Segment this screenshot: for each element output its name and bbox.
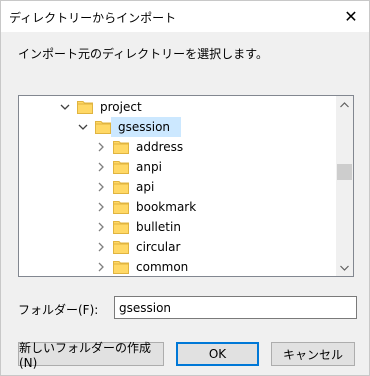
tree-item-label: project — [100, 100, 142, 114]
tree-item-label: anpi — [136, 160, 162, 174]
chevron-right-icon[interactable] — [95, 237, 107, 257]
chevron-right-icon[interactable] — [95, 197, 107, 217]
folder-icon — [113, 161, 129, 174]
tree-item-label: circular — [136, 240, 181, 254]
folder-icon — [113, 141, 129, 154]
chevron-right-icon[interactable] — [95, 217, 107, 237]
tree-item-label: address — [136, 140, 184, 154]
folder-tree[interactable]: project gsession address anpi api bookmark bul… — [18, 95, 354, 277]
tree-item-gsession[interactable]: gsession — [77, 117, 173, 137]
cancel-button[interactable]: キャンセル — [271, 342, 355, 366]
chevron-right-icon[interactable] — [95, 177, 107, 197]
tree-item-label: bookmark — [136, 200, 197, 214]
folder-icon — [113, 241, 129, 254]
tree-item-project[interactable]: project — [59, 97, 145, 117]
folder-icon — [95, 121, 111, 134]
folder-icon — [113, 201, 129, 214]
instruction-text: インポート元のディレクトリーを選択します。 — [18, 47, 268, 61]
folder-field-label: フォルダー(F): — [18, 303, 99, 317]
tree-item-circular[interactable]: circular — [95, 237, 183, 257]
scroll-down-arrow-icon[interactable] — [336, 259, 353, 276]
new-folder-button[interactable]: 新しいフォルダーの作成(N) — [18, 341, 164, 370]
chevron-down-icon[interactable] — [59, 97, 71, 117]
window-title: ディレクトリーからインポート — [9, 11, 177, 25]
tree-item-label: bulletin — [136, 220, 181, 234]
tree-item-label: gsession — [118, 120, 171, 134]
vertical-scrollbar[interactable] — [336, 96, 353, 276]
folder-icon — [113, 181, 129, 194]
tree-item-bookmark[interactable]: bookmark — [95, 197, 199, 217]
tree-item-label: common — [136, 260, 189, 274]
title-bar: ディレクトリーからインポート ✕ — [1, 1, 369, 32]
tree-item-anpi[interactable]: anpi — [95, 157, 165, 177]
chevron-right-icon[interactable] — [95, 157, 107, 177]
close-button[interactable]: ✕ — [337, 3, 365, 29]
folder-icon — [113, 261, 129, 274]
tree-item-api[interactable]: api — [95, 177, 157, 197]
import-directory-dialog: ディレクトリーからインポート ✕ インポート元のディレクトリーを選択します。 p… — [0, 0, 370, 376]
folder-icon — [113, 221, 129, 234]
tree-item-address[interactable]: address — [95, 137, 186, 157]
tree-item-label: api — [136, 180, 155, 194]
scrollbar-thumb[interactable] — [337, 164, 352, 180]
close-icon: ✕ — [344, 6, 358, 26]
ok-button[interactable]: OK — [176, 342, 259, 366]
chevron-right-icon[interactable] — [95, 137, 107, 157]
tree-item-bulletin[interactable]: bulletin — [95, 217, 184, 237]
chevron-down-icon[interactable] — [77, 117, 89, 137]
chevron-right-icon[interactable] — [95, 257, 107, 276]
folder-name-input[interactable] — [114, 296, 357, 319]
scroll-up-arrow-icon[interactable] — [336, 96, 353, 113]
folder-icon — [77, 101, 93, 114]
tree-item-common[interactable]: common — [95, 257, 191, 276]
